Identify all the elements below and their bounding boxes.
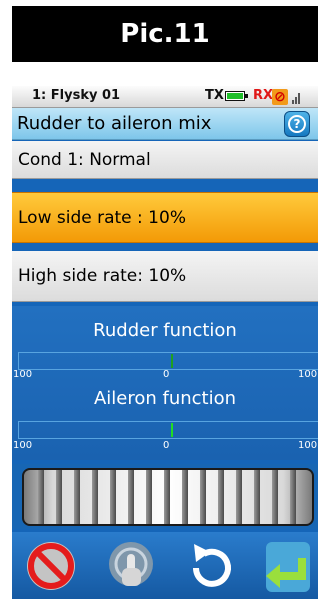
high-side-rate-row[interactable]: High side rate: 10%: [12, 251, 318, 302]
figure-caption: Pic.11: [12, 6, 318, 62]
value-wheel-area: [12, 464, 318, 529]
condition-selector[interactable]: Cond 1: Normal: [12, 141, 318, 179]
page-title: Rudder to aileron mix: [17, 113, 212, 134]
return-icon: [266, 542, 310, 592]
rudder-function-marker: [171, 354, 173, 368]
rudder-scale-center: 0: [163, 369, 170, 380]
low-side-rate-label: Low side rate : 10%: [18, 208, 186, 228]
tx-label: TX: [205, 88, 224, 103]
rudder-scale-left: 100: [13, 369, 33, 380]
title-bar: Rudder to aileron mix ?: [12, 108, 318, 140]
model-name: 1: Flysky 01: [32, 88, 121, 103]
low-side-rate-row[interactable]: Low side rate : 10%: [12, 192, 318, 243]
reset-icon: [193, 544, 231, 587]
tx-battery-icon: [225, 91, 248, 101]
rudder-function-bar: [18, 352, 318, 370]
rx-label: RX: [253, 88, 274, 103]
aileron-function-bar: [18, 421, 318, 439]
return-button[interactable]: [248, 532, 318, 599]
aileron-function-marker: [171, 423, 173, 437]
rx-no-signal-icon: ⊘: [272, 89, 288, 105]
aileron-scale-right: 100: [298, 440, 318, 451]
function-monitor-panel: Rudder function 100 0 100 Aileron functi…: [12, 306, 318, 460]
rudder-scale-right: 100: [298, 369, 318, 380]
value-scroll-wheel[interactable]: [22, 468, 314, 526]
aileron-scale-center: 0: [163, 440, 170, 451]
aileron-function-label: Aileron function: [93, 388, 237, 409]
help-button[interactable]: ?: [284, 111, 310, 137]
disable-icon: [27, 542, 75, 590]
bottom-toolbar: [12, 532, 318, 599]
touch-button[interactable]: [96, 532, 166, 599]
signal-icon: [292, 93, 300, 104]
touch-icon: [109, 542, 153, 586]
status-bar: 1: Flysky 01 TX RX ⊘: [12, 86, 318, 108]
disable-button[interactable]: [16, 532, 86, 599]
help-icon: ?: [288, 115, 306, 133]
reset-button[interactable]: [176, 532, 246, 599]
aileron-scale-left: 100: [13, 440, 33, 451]
high-side-rate-label: High side rate: 10%: [18, 266, 187, 286]
transmitter-screen: 1: Flysky 01 TX RX ⊘ Rudder to aileron m…: [12, 86, 318, 599]
condition-label: Cond 1: Normal: [18, 150, 151, 170]
rudder-function-label: Rudder function: [93, 320, 237, 341]
